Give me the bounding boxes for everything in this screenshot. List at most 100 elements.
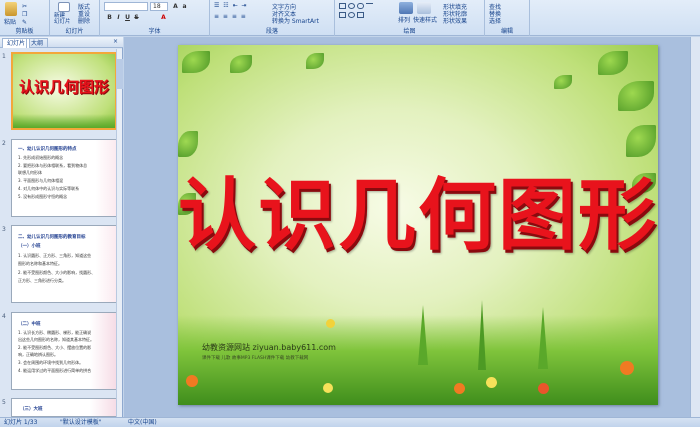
thumbnail-line: 1. 先形成初始图形的概念 <box>18 155 64 160</box>
thumbnail-line: 1. 认识圆形、正方形、三角形，知道这些 <box>18 253 92 258</box>
line-shape-icon[interactable] <box>366 3 373 9</box>
leaf-decoration <box>306 53 324 69</box>
oval-shape-icon[interactable] <box>348 3 355 9</box>
current-slide[interactable]: 认识几何图形 幼教资源网站 ziyuan.baby611.com 课件下载 儿歌… <box>178 45 658 405</box>
textbox-shape-icon[interactable] <box>339 12 346 18</box>
thumbnail-line: 二、幼儿认识几何图形的教育目标 <box>18 235 86 240</box>
grass-blade <box>418 305 428 365</box>
close-panel-icon[interactable]: × <box>113 38 118 45</box>
tab-outline[interactable]: 大纲 <box>26 38 49 48</box>
scrollbar-thumb[interactable] <box>117 59 123 89</box>
thumbnail-line: 2. 能不受图形颜色、大小的影响，找圆形、 <box>18 270 96 275</box>
thumbnail-line: 一、幼儿认识几何图形的特点 <box>18 147 77 152</box>
copy-icon[interactable]: ❐ <box>22 11 27 18</box>
flower-decoration <box>454 383 465 394</box>
thumbnail-line: 联想几何形体 <box>18 170 42 175</box>
thumbnail-slide-3[interactable]: 二、幼儿认识几何图形的教育目标 （一）小班 1. 认识圆形、正方形、三角形，知道… <box>11 225 117 303</box>
flower-decoration <box>323 383 333 393</box>
thumbnail-line: （三）大班 <box>20 407 43 412</box>
font-size-dropdown[interactable]: 18 <box>150 2 168 11</box>
thumbnail-line: 2. 能不受图形颜色、大小、摆放位置的影 <box>18 345 92 350</box>
paste-button[interactable]: 粘贴 <box>4 17 16 26</box>
slides-group: 新建 幻灯片 版式 重设 删除 幻灯片 <box>50 0 100 36</box>
thumbnail-slide-5[interactable]: （三）大班 <box>11 398 117 417</box>
flower-decoration <box>486 377 497 388</box>
paste-icon[interactable] <box>5 2 17 16</box>
flower-decoration <box>326 319 335 328</box>
format-painter-icon[interactable]: ✎ <box>22 19 27 26</box>
thumbnail-line: 4. 能运用学过的平面图形进行简单的拼合 <box>18 368 92 373</box>
status-bar: 幻灯片 1/33 "默认设计模板" 中文(中国) <box>0 417 700 427</box>
panel-tabs: 幻灯片 大纲 × <box>0 37 123 48</box>
slides-panel: 幻灯片 大纲 × 1 认识几何图形 2 一、幼儿认识几何图形的特点 1. 先形成… <box>0 37 123 417</box>
cut-icon[interactable]: ✂ <box>22 3 27 10</box>
select-button[interactable]: 选择 <box>489 16 501 25</box>
rounded-rect-shape-icon[interactable] <box>357 3 364 9</box>
grass-decoration <box>13 114 115 128</box>
bullets-icon[interactable]: ☰ ☷ ⇤ ⇥ <box>214 2 248 9</box>
thumbnail-scrollbar[interactable] <box>116 49 123 417</box>
theme-name: "默认设计模板" <box>60 419 102 426</box>
thumbnail-line: 3. 平面图形与几何体相混 <box>18 178 64 183</box>
thumbnail-number: 5 <box>2 399 6 406</box>
align-icons[interactable]: ≡ ≡ ≡ ≡ <box>214 13 247 20</box>
clipboard-label: 剪贴板 <box>15 28 34 35</box>
arrange-icon[interactable] <box>399 2 413 14</box>
rectangle-shape-icon[interactable] <box>339 3 346 9</box>
thumbnail-line: 出这些几何图形的名称，知道其基本特征。 <box>18 337 94 342</box>
editing-group: 查找 替换 选择 编辑 <box>485 0 530 36</box>
quick-styles-button[interactable]: 快速样式 <box>413 15 437 24</box>
drawing-group: 排列 快速样式 形状填充 形状轮廓 形状效果 绘图 <box>335 0 485 36</box>
grass-blade <box>478 300 486 370</box>
font-name-dropdown[interactable] <box>104 2 148 11</box>
thumbnail-line: 2. 要把形体与形体相联系，看到物体总 <box>18 163 88 168</box>
new-slide-button[interactable]: 新建 幻灯片 <box>54 13 71 25</box>
thumbnail-line: 1. 认识长方形、椭圆形、梯形，能正确说 <box>18 330 92 335</box>
slide-title[interactable]: 认识几何图形 <box>178 153 658 265</box>
flower-decoration <box>186 375 198 387</box>
flower-decoration <box>620 361 634 375</box>
thumbnail-line: 3. 会在周围的环境中找到几何形体。 <box>18 360 84 365</box>
clipboard-group: 粘贴 ✂ ❐ ✎ 剪贴板 <box>0 0 50 36</box>
thumbnail-number: 1 <box>2 53 6 60</box>
new-slide-icon[interactable] <box>58 2 70 12</box>
thumbnail-line: 响，正确地辨认图形。 <box>18 352 58 357</box>
leaf-decoration <box>230 55 252 73</box>
bold-button[interactable]: B <box>106 14 113 21</box>
font-color-icon[interactable]: A <box>160 14 167 21</box>
block-arrow-shape-icon[interactable] <box>357 12 364 18</box>
language-indicator: 中文(中国) <box>128 419 157 426</box>
thumbnail-number: 3 <box>2 226 6 233</box>
leaf-decoration <box>182 51 210 73</box>
leaf-decoration <box>554 75 572 89</box>
slide-index: 幻灯片 1/33 <box>4 419 38 426</box>
thumbnail-slide-2[interactable]: 一、幼儿认识几何图形的特点 1. 先形成初始图形的概念 2. 要把形体与形体相联… <box>11 139 117 217</box>
thumbnail-line: 图形的名称和基本特征。 <box>18 261 62 266</box>
shape-effects-button[interactable]: 形状效果 <box>443 16 467 25</box>
underline-button[interactable]: U <box>124 14 131 21</box>
quick-styles-icon[interactable] <box>417 2 431 14</box>
thumbnail-line: （二）中班 <box>18 322 41 327</box>
delete-button[interactable]: 删除 <box>78 16 90 25</box>
arrange-button[interactable]: 排列 <box>398 15 410 24</box>
watermark-subtext: 课件下载 儿歌 故事MP3 FLASH课件下载 幼教下载网 <box>202 356 309 361</box>
thumbnail-title: 认识几何图形 <box>18 78 109 96</box>
smartart-button[interactable]: 转换为 SmartArt <box>272 16 319 25</box>
watermark-text: 幼教资源网站 ziyuan.baby611.com <box>202 343 336 352</box>
drawing-label: 绘图 <box>403 28 416 35</box>
strikethrough-button[interactable]: S <box>133 14 140 21</box>
thumbnail-line: 正方形、三角形进行分类。 <box>18 278 66 283</box>
flower-decoration <box>538 383 549 394</box>
leaf-decoration <box>618 81 654 111</box>
grow-font-icon[interactable]: A <box>172 3 179 10</box>
circle-shape-icon[interactable] <box>348 12 355 18</box>
thumbnail-number: 2 <box>2 140 6 147</box>
slide-scrollbar[interactable] <box>690 37 700 417</box>
thumbnail-slide-4[interactable]: （二）中班 1. 认识长方形、椭圆形、梯形，能正确说 出这些几何图形的名称，知道… <box>11 312 117 390</box>
grass-blade <box>538 307 548 369</box>
thumbnail-slide-1[interactable]: 认识几何图形 <box>11 52 117 130</box>
shrink-font-icon[interactable]: a <box>181 3 188 10</box>
slides-label: 幻灯片 <box>65 28 84 35</box>
italic-button[interactable]: I <box>115 14 122 21</box>
paragraph-label: 段落 <box>265 28 278 35</box>
